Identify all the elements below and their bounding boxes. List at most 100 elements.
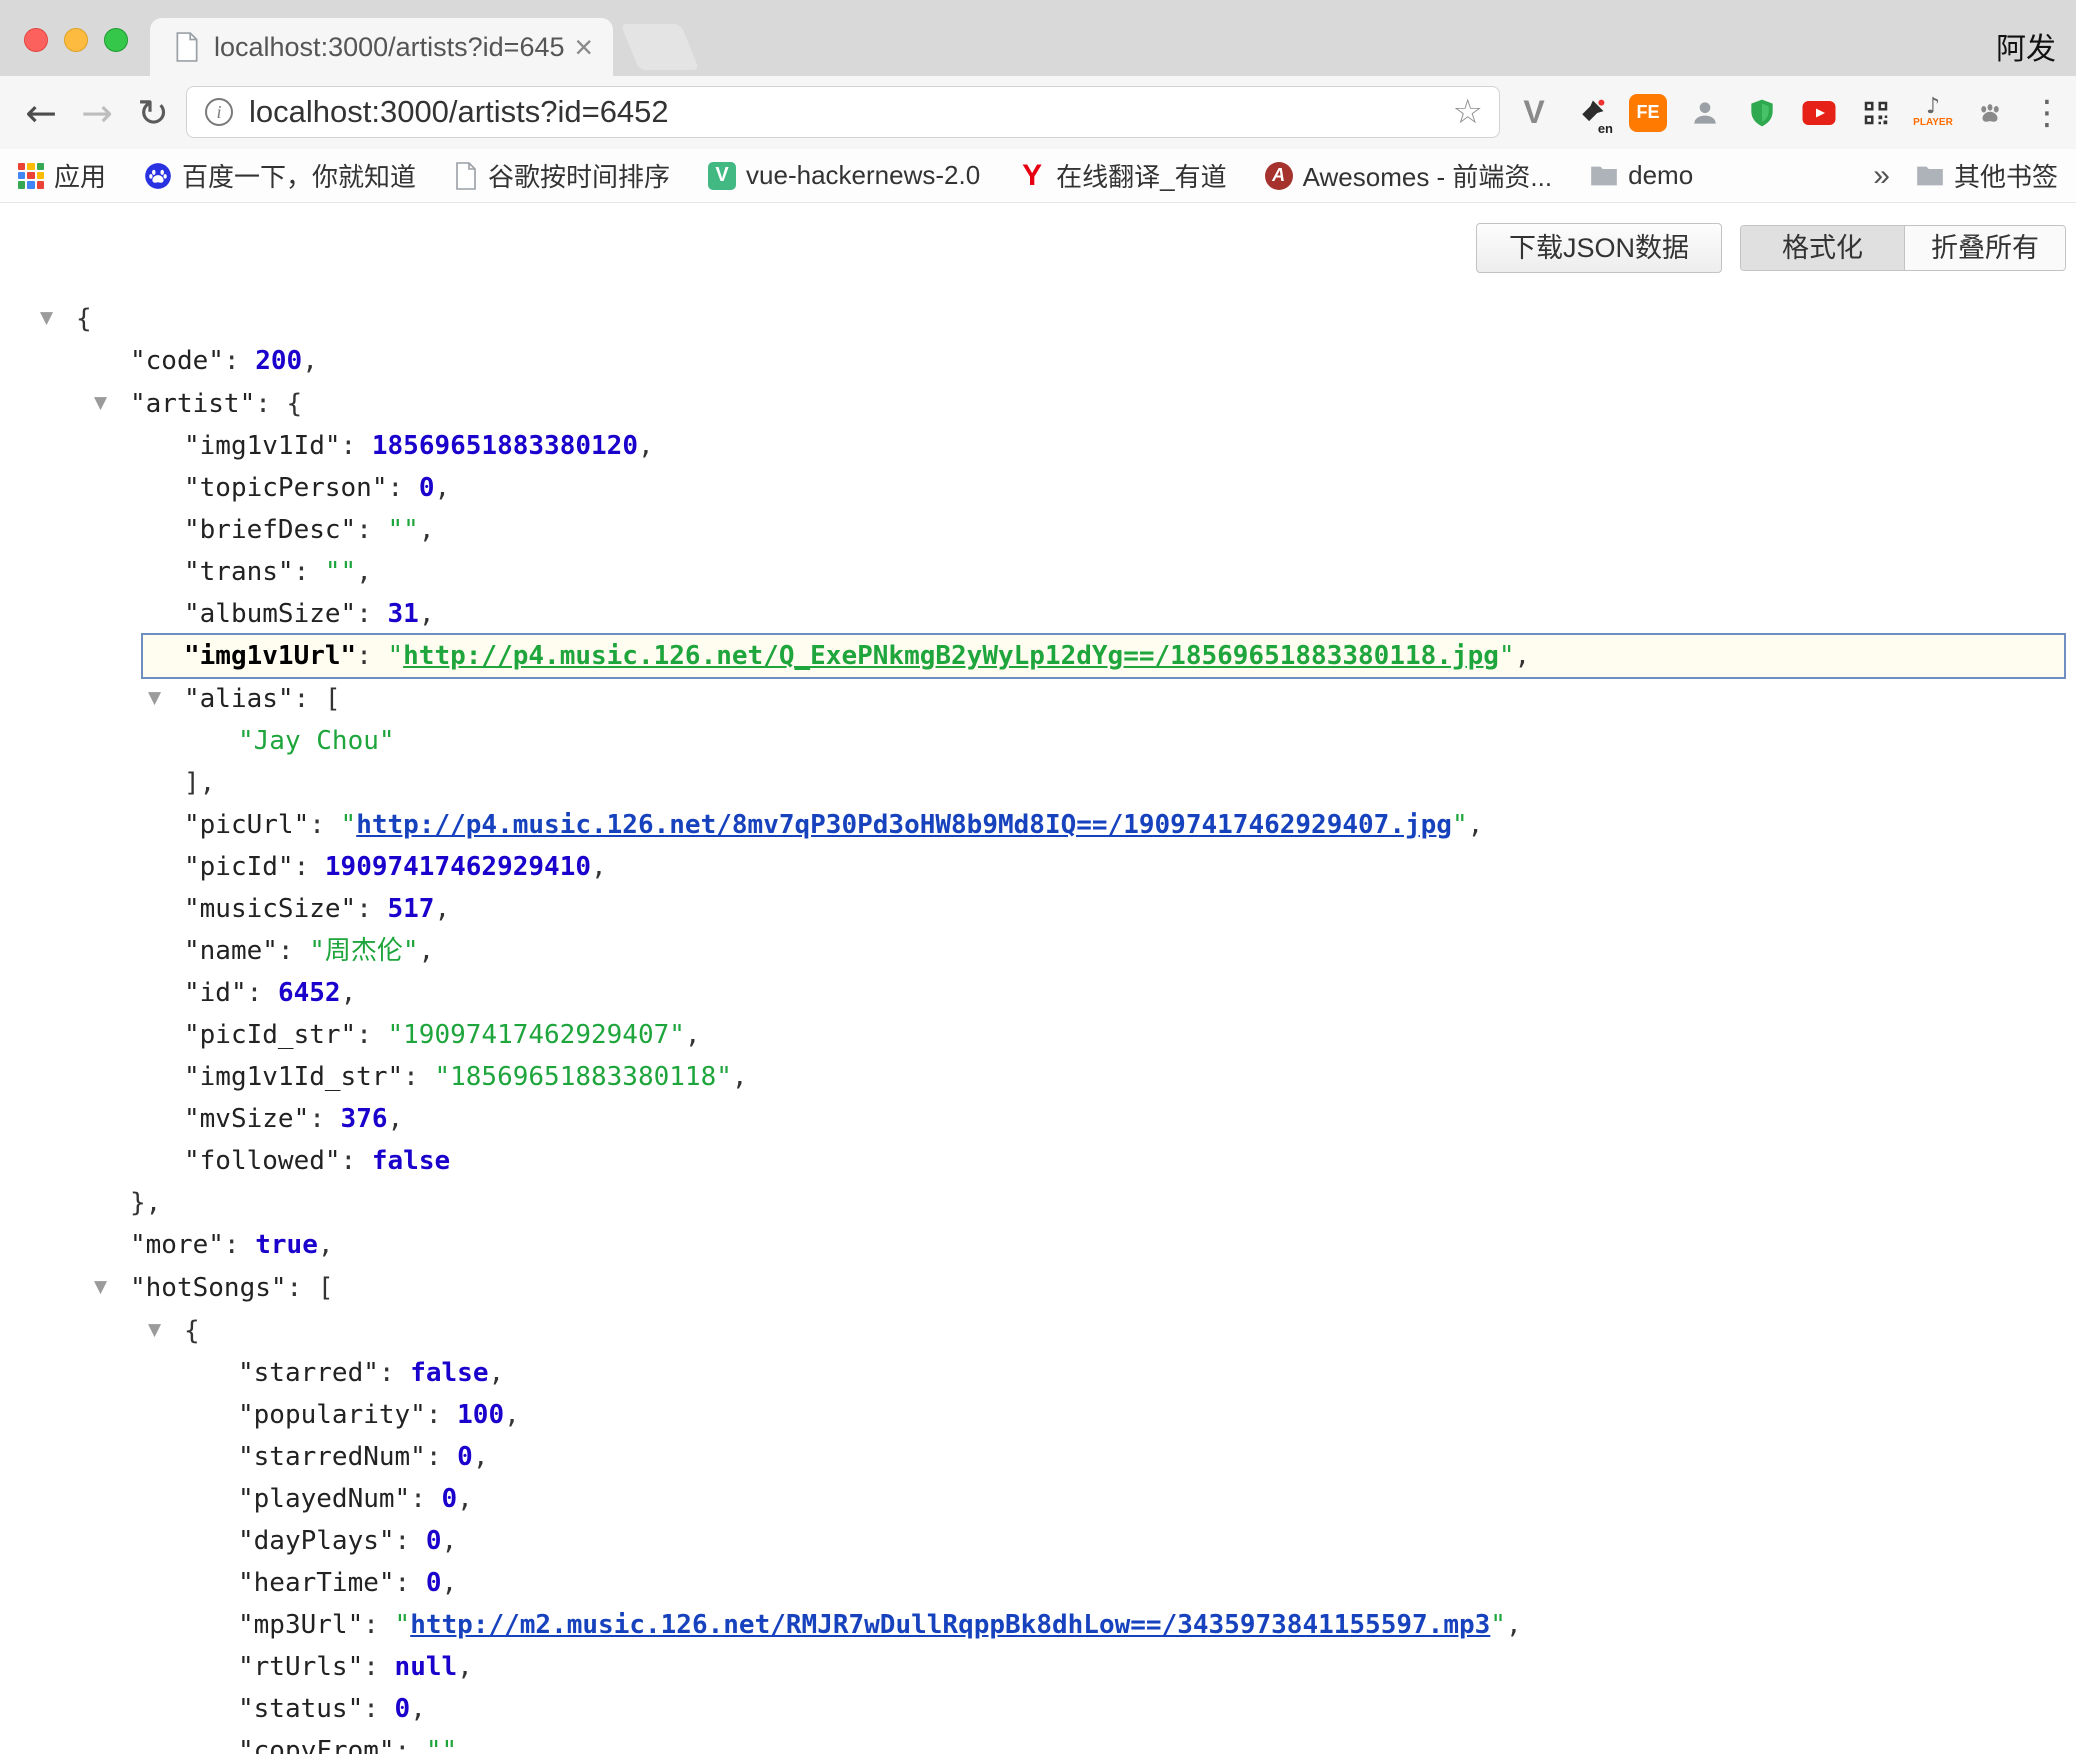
shield-extension-icon[interactable]	[1740, 90, 1784, 136]
window-fullscreen-button[interactable]	[104, 28, 128, 52]
json-token: :	[309, 1104, 340, 1134]
json-line: ▼"alias": [	[0, 677, 2076, 720]
bookmark-baidu[interactable]: 百度一下，你就知道	[144, 157, 416, 194]
json-token: :	[426, 1442, 457, 1472]
player-extension-icon[interactable]: ♪ PLAYER	[1911, 90, 1955, 136]
json-token: :	[363, 1694, 394, 1724]
json-token: "	[1490, 1610, 1506, 1640]
json-token: 31	[388, 599, 419, 629]
json-token: },	[130, 1188, 161, 1218]
youtube-extension-icon[interactable]	[1797, 90, 1841, 136]
json-token: "more"	[130, 1230, 224, 1260]
collapse-toggle-icon[interactable]: ▼	[148, 1309, 184, 1351]
download-json-button[interactable]: 下载JSON数据	[1476, 223, 1722, 273]
collapse-toggle-icon[interactable]: ▼	[94, 382, 130, 424]
json-link[interactable]: http://p4.music.126.net/8mv7qP30Pd3oHW8b…	[356, 810, 1452, 840]
json-link[interactable]: http://p4.music.126.net/Q_ExePNkmgB2yWyL…	[403, 641, 1499, 671]
json-token: "id"	[184, 978, 247, 1008]
bookmarks-overflow-chevron[interactable]: »	[1873, 159, 1890, 193]
bookmark-google-sort[interactable]: 谷歌按时间排序	[454, 157, 670, 194]
collapse-toggle-icon[interactable]: ▼	[94, 1266, 130, 1308]
view-mode-toggle: 格式化 折叠所有	[1740, 225, 2066, 271]
json-token: "status"	[238, 1694, 363, 1724]
json-token: "alias"	[184, 684, 294, 714]
json-token: "rtUrls"	[238, 1652, 363, 1682]
translate-pen-extension-icon[interactable]: en	[1569, 90, 1613, 136]
window-controls	[24, 28, 128, 52]
json-token: :	[388, 473, 419, 503]
other-bookmarks-folder[interactable]: 其他书签	[1916, 157, 2058, 194]
json-token: 0	[457, 1442, 473, 1472]
json-line: "copyFrom": "",	[0, 1730, 2076, 1754]
bookmark-demo-folder[interactable]: demo	[1590, 160, 1693, 191]
json-link[interactable]: http://m2.music.126.net/RMJR7wDullRqppBk…	[410, 1610, 1490, 1640]
json-token: :	[356, 1020, 387, 1050]
reload-button[interactable]: ↻	[128, 88, 178, 138]
json-token: 6452	[278, 978, 341, 1008]
bookmark-youdao-translate[interactable]: Y 在线翻译_有道	[1018, 157, 1226, 194]
window-close-button[interactable]	[24, 28, 48, 52]
json-token: "artist"	[130, 389, 255, 419]
bookmark-awesomes[interactable]: A Awesomes - 前端资...	[1265, 157, 1552, 194]
page-icon	[454, 162, 478, 190]
bookmark-apps[interactable]: 应用	[18, 157, 106, 194]
browser-menu-icon[interactable]: ⋮	[2025, 90, 2069, 136]
json-token: :	[363, 1652, 394, 1682]
url-bar[interactable]: i localhost:3000/artists?id=6452 ☆	[186, 86, 1500, 138]
new-tab-button[interactable]	[621, 24, 700, 70]
json-token: 100	[457, 1400, 504, 1430]
json-line-highlighted: "img1v1Url": "http://p4.music.126.net/Q_…	[0, 635, 2076, 677]
fehelper-extension-icon[interactable]: FE	[1626, 90, 1670, 136]
bookmark-vue-hackernews[interactable]: V vue-hackernews-2.0	[708, 160, 980, 191]
json-line: "rtUrls": null,	[0, 1646, 2076, 1688]
json-line: "more": true,	[0, 1224, 2076, 1266]
format-button[interactable]: 格式化	[1741, 226, 1905, 270]
json-token: "musicSize"	[184, 894, 356, 924]
json-token: ,	[504, 1400, 520, 1430]
json-line: "code": 200,	[0, 340, 2076, 382]
json-line: "trans": "",	[0, 551, 2076, 593]
back-button[interactable]: ←	[16, 88, 66, 138]
forward-button[interactable]: →	[72, 88, 122, 138]
json-token: true	[255, 1230, 318, 1260]
browser-profile-name[interactable]: 阿发	[1996, 24, 2056, 68]
json-token: {	[184, 1316, 200, 1346]
vimium-extension-icon[interactable]: V	[1512, 90, 1556, 136]
json-token: "starred"	[238, 1358, 379, 1388]
collapse-toggle-icon[interactable]: ▼	[148, 677, 184, 719]
json-token: ,	[1468, 810, 1484, 840]
json-line: "mvSize": 376,	[0, 1098, 2076, 1140]
collapse-toggle-icon[interactable]: ▼	[40, 297, 76, 339]
bookmark-star-icon[interactable]: ☆	[1453, 92, 1483, 132]
json-token: "trans"	[184, 557, 294, 587]
json-token: ,	[685, 1020, 701, 1050]
json-token: ,	[457, 1484, 473, 1514]
json-token: 0	[426, 1526, 442, 1556]
json-token: ,	[638, 431, 654, 461]
json-line: ▼"hotSongs": [	[0, 1266, 2076, 1309]
window-minimize-button[interactable]	[64, 28, 88, 52]
tab-close-icon[interactable]: ×	[574, 31, 593, 63]
json-line: "followed": false	[0, 1140, 2076, 1182]
paw-extension-icon[interactable]	[1968, 90, 2012, 136]
person-extension-icon[interactable]	[1683, 90, 1727, 136]
collapse-all-button[interactable]: 折叠所有	[1905, 226, 2065, 270]
json-token: "	[341, 810, 357, 840]
json-token: :	[341, 1146, 372, 1176]
json-line: "topicPerson": 0,	[0, 467, 2076, 509]
json-token: "copyFrom"	[238, 1736, 395, 1754]
json-line: "popularity": 100,	[0, 1394, 2076, 1436]
json-token: ,	[473, 1442, 489, 1472]
browser-tab[interactable]: localhost:3000/artists?id=645 ×	[150, 18, 613, 76]
json-token: ,	[1515, 641, 1531, 671]
json-token: ,	[388, 1104, 404, 1134]
json-token: 200	[255, 346, 302, 376]
qrcode-extension-icon[interactable]	[1854, 90, 1898, 136]
url-input[interactable]: localhost:3000/artists?id=6452	[249, 94, 1453, 130]
json-token: ""	[388, 515, 419, 545]
json-line: },	[0, 1182, 2076, 1224]
json-token: {	[287, 389, 303, 419]
json-token: "starredNum"	[238, 1442, 426, 1472]
json-token: "18569651883380118"	[434, 1062, 731, 1092]
page-info-icon[interactable]: i	[205, 98, 233, 126]
